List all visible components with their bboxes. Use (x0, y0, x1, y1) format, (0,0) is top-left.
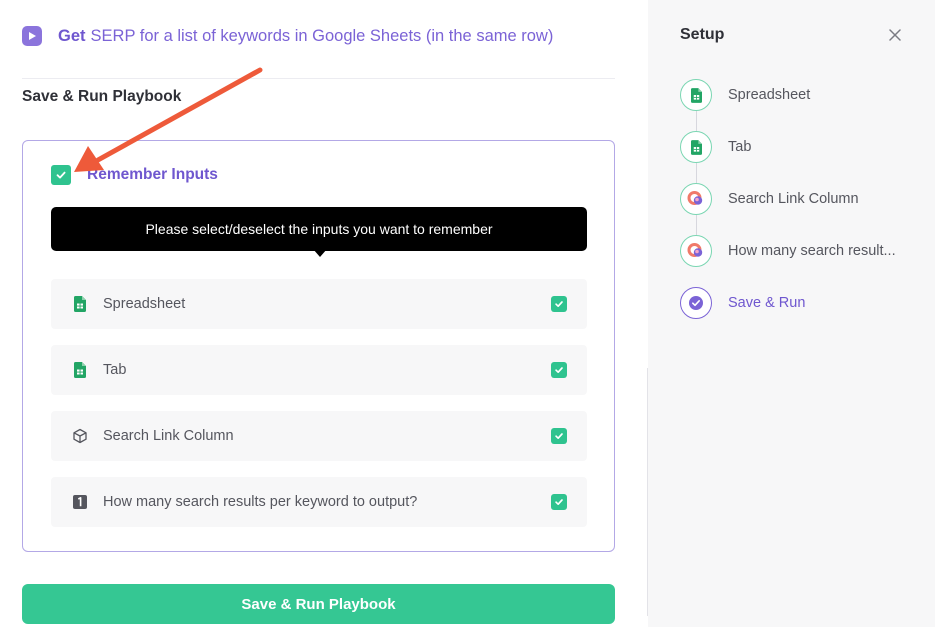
input-checkbox[interactable] (551, 428, 567, 444)
playbook-title-text: SERP for a list of keywords in Google Sh… (90, 26, 554, 45)
divider (22, 78, 615, 79)
google-sheets-icon (680, 79, 712, 111)
google-sheets-icon (680, 131, 712, 163)
section-title: Save & Run Playbook (22, 88, 182, 105)
input-row-spreadsheet[interactable]: Spreadsheet (51, 279, 587, 329)
setup-step-label: Search Link Column (728, 191, 859, 207)
input-checkbox[interactable] (551, 494, 567, 510)
save-and-run-button[interactable]: Save & Run Playbook (22, 584, 615, 624)
bardeen-logo-icon (680, 183, 712, 215)
check-icon (555, 433, 563, 439)
playbook-window: Get SERP for a list of keywords in Google… (0, 0, 935, 627)
setup-step-tab[interactable]: Tab (680, 131, 751, 163)
tooltip-tail (313, 249, 327, 257)
remember-inputs-label[interactable]: Remember Inputs (87, 166, 218, 184)
remember-inputs-card: Remember Inputs Please select/deselect t… (22, 140, 615, 552)
tooltip: Please select/deselect the inputs you wa… (51, 207, 587, 251)
input-row-label: Tab (103, 362, 127, 378)
playbook-title: Get SERP for a list of keywords in Google… (58, 27, 553, 46)
setup-step-label: How many search result... (728, 243, 896, 259)
main-panel: Get SERP for a list of keywords in Google… (0, 0, 648, 627)
check-icon (555, 499, 563, 505)
setup-step-label: Spreadsheet (728, 87, 811, 103)
check-icon (555, 367, 563, 373)
input-row-label: How many search results per keyword to o… (103, 494, 418, 510)
remember-inputs-checkbox[interactable] (51, 165, 71, 185)
setup-step-search-results[interactable]: How many search result... (680, 235, 896, 267)
input-checkbox[interactable] (551, 296, 567, 312)
check-circle-icon (680, 287, 712, 319)
input-row-label: Spreadsheet (103, 296, 186, 312)
input-row-search-results-count[interactable]: How many search results per keyword to o… (51, 477, 587, 527)
setup-step-label: Tab (728, 139, 752, 155)
input-checkbox[interactable] (551, 362, 567, 378)
playbook-verb: Get (58, 26, 86, 45)
bardeen-logo-icon (680, 235, 712, 267)
input-row-search-link-column[interactable]: Search Link Column (51, 411, 587, 461)
input-row-label: Search Link Column (103, 428, 234, 444)
remember-inputs-row: Remember Inputs (51, 165, 218, 185)
check-icon (56, 171, 66, 179)
setup-step-label: Save & Run (728, 295, 806, 311)
close-icon[interactable] (886, 26, 904, 44)
setup-step-spreadsheet[interactable]: Spreadsheet (680, 79, 810, 111)
number-one-icon (71, 493, 89, 511)
input-row-tab[interactable]: Tab (51, 345, 587, 395)
cube-icon (71, 427, 89, 445)
tooltip-text: Please select/deselect the inputs you wa… (145, 221, 493, 237)
setup-step-search-link-column[interactable]: Search Link Column (680, 183, 859, 215)
google-sheets-icon (71, 361, 89, 379)
playbook-header: Get SERP for a list of keywords in Google… (22, 22, 553, 50)
check-icon (555, 301, 563, 307)
play-icon (22, 26, 42, 46)
setup-panel: Setup Spreadsheet Tab Search Link Column (648, 0, 935, 627)
setup-step-save-run[interactable]: Save & Run (680, 287, 805, 319)
google-sheets-icon (71, 295, 89, 313)
setup-title: Setup (680, 26, 725, 43)
steps-connector (696, 96, 697, 246)
panel-divider (647, 368, 648, 616)
